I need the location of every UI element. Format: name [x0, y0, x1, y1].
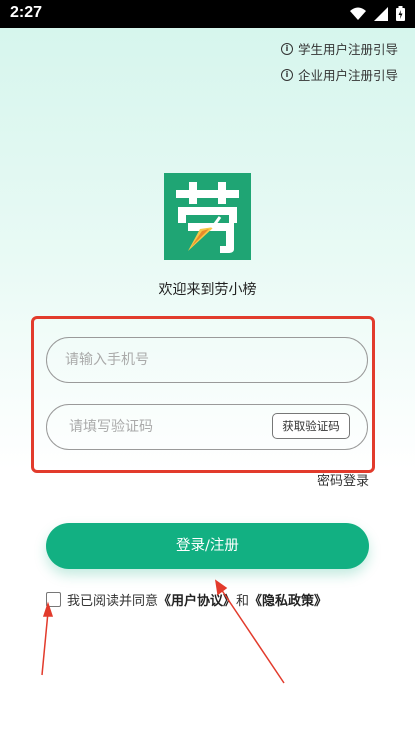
- arrow-head-checkbox: [42, 601, 54, 617]
- arrow-to-agreement: [220, 588, 285, 684]
- annotation-arrows: [41, 579, 285, 684]
- arrow-head-agreement: [214, 579, 228, 596]
- arrow-to-checkbox: [41, 611, 49, 676]
